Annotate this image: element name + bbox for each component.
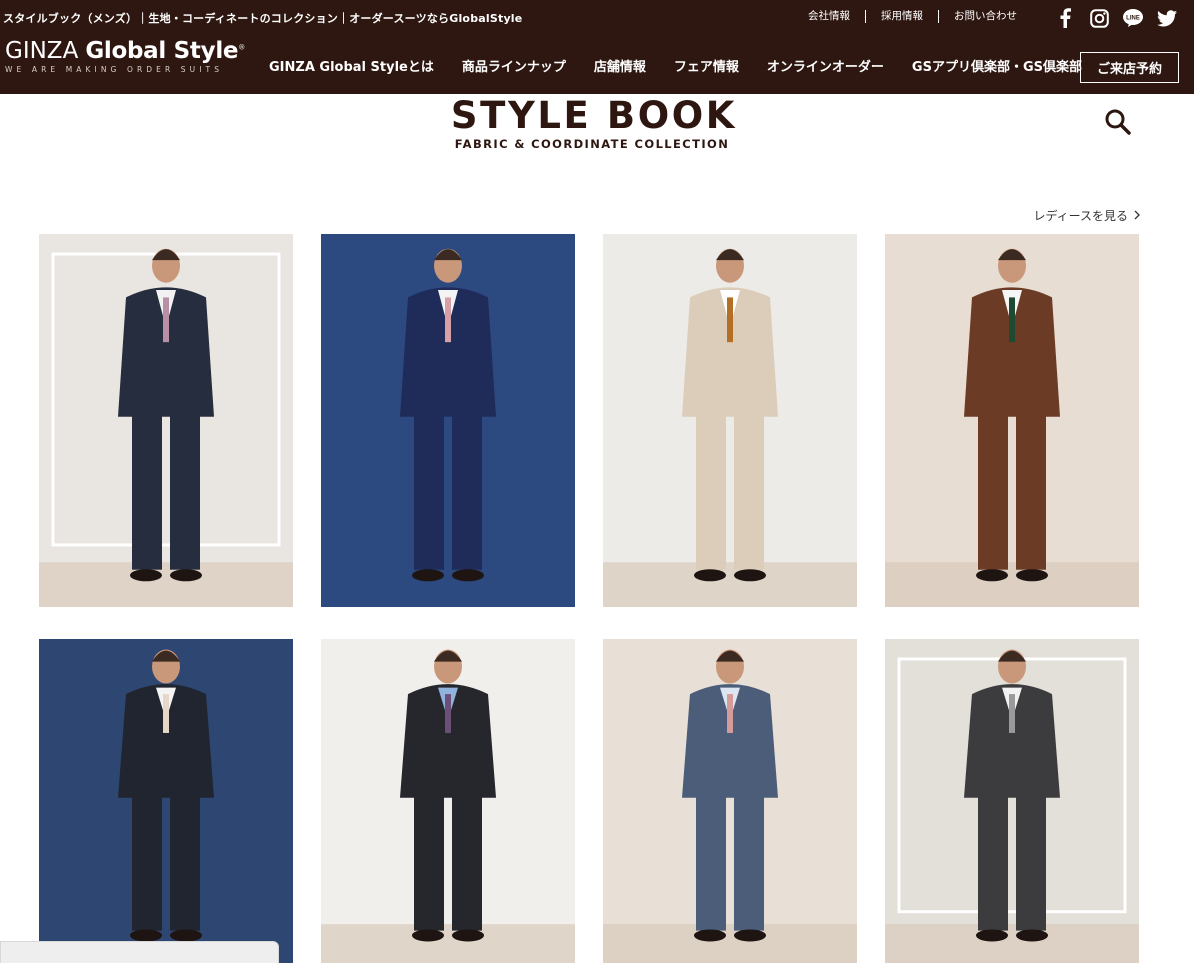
main-nav: GINZA Global Styleとは 商品ラインナップ 店舗情報 フェア情報… bbox=[269, 56, 1082, 75]
style-photo-blue-stripe-suit[interactable] bbox=[321, 234, 575, 607]
chevron-right-icon bbox=[1134, 209, 1140, 223]
style-photo-brown-suit[interactable] bbox=[885, 234, 1139, 607]
line-icon[interactable]: LINE bbox=[1122, 8, 1144, 28]
style-photo-beige-double-breasted[interactable] bbox=[603, 234, 857, 607]
ladies-link-label: レディースを見る bbox=[1033, 209, 1128, 223]
logo-brand: Global Style bbox=[85, 38, 239, 64]
nav-online-order[interactable]: オンラインオーダー bbox=[767, 56, 884, 75]
breadcrumb: スタイルブック（メンズ）｜生地・コーディネートのコレクション｜オーダースーツなら… bbox=[3, 12, 523, 25]
link-contact[interactable]: お問い合わせ bbox=[938, 10, 1032, 23]
sns-links: LINE bbox=[1054, 8, 1178, 28]
nav-lineup[interactable]: 商品ラインナップ bbox=[462, 56, 566, 75]
style-photo-navy-three-piece[interactable] bbox=[39, 234, 293, 607]
link-recruit[interactable]: 採用情報 bbox=[865, 10, 938, 23]
floating-panel[interactable] bbox=[0, 941, 279, 963]
twitter-icon[interactable] bbox=[1156, 8, 1178, 28]
facebook-icon[interactable] bbox=[1054, 8, 1076, 28]
style-book-heading: STYLE BOOK FABRIC & COORDINATE COLLECTIO… bbox=[0, 94, 1184, 152]
nav-club[interactable]: GSアプリ倶楽部・GS倶楽部 bbox=[912, 56, 1082, 75]
utility-links: 会社情報 採用情報 お問い合わせ bbox=[793, 10, 1032, 23]
page-subtitle: FABRIC & COORDINATE COLLECTION bbox=[454, 137, 730, 151]
style-photo-grey-blue-double-breasted[interactable] bbox=[603, 639, 857, 963]
reserve-button[interactable]: ご来店予約 bbox=[1080, 52, 1179, 83]
link-company[interactable]: 会社情報 bbox=[793, 10, 865, 23]
page-title: STYLE BOOK bbox=[450, 94, 738, 137]
logo-registered-mark: ® bbox=[238, 43, 245, 52]
logo-tagline: WE ARE MAKING ORDER SUITS bbox=[5, 65, 224, 74]
style-photo-dark-suit-blue-shirt[interactable] bbox=[321, 639, 575, 963]
search-icon[interactable] bbox=[1104, 108, 1132, 136]
nav-fair[interactable]: フェア情報 bbox=[674, 56, 739, 75]
ladies-link[interactable]: レディースを見る bbox=[1033, 207, 1140, 224]
logo-ginza: GINZA bbox=[5, 38, 79, 64]
style-photo-charcoal-three-piece[interactable] bbox=[39, 639, 293, 963]
nav-stores[interactable]: 店舗情報 bbox=[594, 56, 646, 75]
svg-text:LINE: LINE bbox=[1126, 16, 1140, 22]
nav-about[interactable]: GINZA Global Styleとは bbox=[269, 56, 434, 75]
site-header: スタイルブック（メンズ）｜生地・コーディネートのコレクション｜オーダースーツなら… bbox=[0, 0, 1194, 94]
site-logo[interactable]: GINZA Global Style® WE ARE MAKING ORDER … bbox=[5, 38, 245, 74]
instagram-icon[interactable] bbox=[1088, 8, 1110, 28]
style-photo-grey-stripe-suit[interactable] bbox=[885, 639, 1139, 963]
